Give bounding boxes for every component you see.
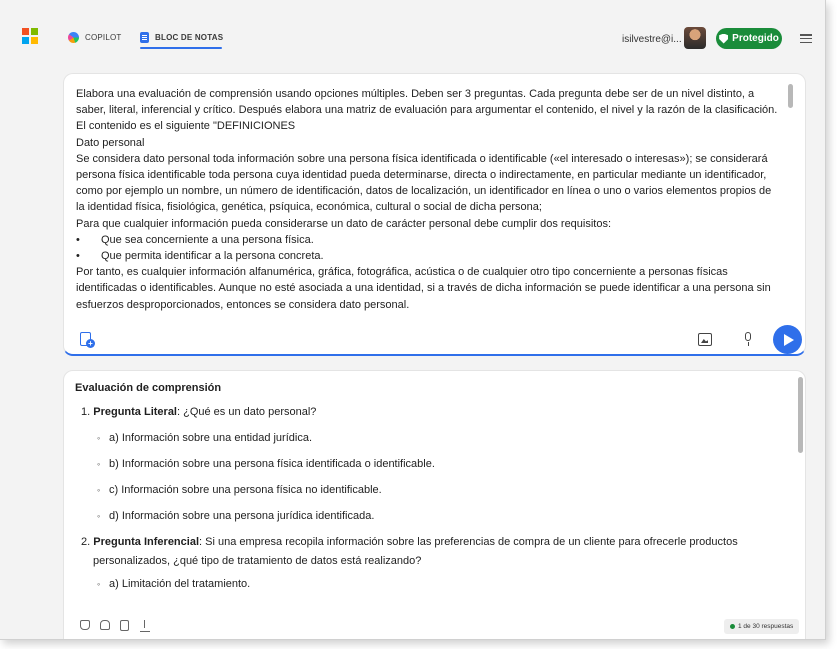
option-item: ◦ a) Limitación del tratamiento.	[97, 578, 251, 590]
prompt-line: El contenido es el siguiente "DEFINICION…	[76, 120, 296, 133]
image-upload-icon[interactable]	[698, 333, 712, 346]
prompt-bullet: • Que sea concerniente a una persona físi…	[76, 233, 314, 246]
option-text: d) Información sobre una persona jurídic…	[109, 510, 375, 522]
response-actions	[80, 620, 151, 632]
tab-copilot-label: COPILOT	[85, 32, 122, 42]
top-bar: COPILOT BLOC DE NOTAS isilvestre@i... Pr…	[0, 0, 825, 58]
prompt-line: esfuerzos desproporcionados, entonces se…	[76, 298, 410, 311]
option-item: ◦ c) Información sobre una persona física…	[97, 484, 382, 496]
microphone-icon[interactable]	[744, 332, 752, 346]
copilot-icon	[68, 31, 79, 43]
hamburger-menu-icon[interactable]	[800, 34, 812, 43]
response-counter: 1 de 30 respuestas	[724, 619, 800, 634]
response-panel: Evaluación de comprensión 1. Pregunta Li…	[63, 370, 806, 639]
prompt-line: Por tanto, es cualquier información alfa…	[76, 266, 728, 279]
response-content: Evaluación de comprensión 1. Pregunta Li…	[75, 381, 790, 606]
prompt-bullet: • Que permita identificar a la persona co…	[76, 250, 324, 263]
prompt-editor[interactable]: Elabora una evaluación de comprensión us…	[63, 73, 806, 356]
prompt-bullet-text: Que sea concerniente a una persona físic…	[101, 233, 314, 246]
option-text: a) Información sobre una entidad jurídic…	[109, 432, 313, 444]
prompt-line: Se considera dato personal toda informac…	[76, 152, 768, 165]
response-title: Evaluación de comprensión	[75, 382, 222, 394]
prompt-line: Dato personal	[76, 136, 145, 149]
avatar[interactable]	[684, 27, 706, 49]
option-item: ◦ b) Información sobre una persona física…	[97, 458, 435, 470]
tab-notebook[interactable]: BLOC DE NOTAS	[140, 28, 223, 46]
question-number: 1.	[81, 406, 91, 418]
notes-icon	[140, 31, 149, 43]
prompt-line: persona física identificable toda person…	[76, 169, 767, 182]
tab-copilot[interactable]: COPILOT	[68, 28, 122, 46]
prompt-textarea[interactable]: Elabora una evaluación de comprensión us…	[76, 86, 784, 318]
question-label: Pregunta Literal	[93, 406, 177, 418]
option-text: a) Limitación del tratamiento.	[109, 578, 251, 590]
question-number: 2.	[81, 536, 91, 548]
prompt-line: Para que cualquier información pueda con…	[76, 217, 612, 230]
response-scrollbar[interactable]	[798, 377, 803, 453]
copy-icon[interactable]	[120, 620, 129, 631]
download-icon[interactable]	[139, 620, 151, 632]
status-dot-icon	[730, 624, 735, 629]
prompt-scrollbar[interactable]	[788, 84, 793, 108]
new-note-button[interactable]: +	[80, 332, 95, 348]
microsoft-logo-icon[interactable]	[22, 28, 38, 44]
question-text: : ¿Qué es un dato personal?	[177, 406, 317, 418]
send-button[interactable]	[773, 325, 802, 354]
prompt-line: como por ejemplo un nombre, un número de…	[76, 185, 772, 198]
response-counter-text: 1 de 30 respuestas	[738, 623, 794, 630]
prompt-line: identificadas o identificables. Aunque n…	[76, 282, 771, 295]
tab-notebook-label: BLOC DE NOTAS	[155, 32, 224, 42]
prompt-line: Elabora una evaluación de comprensión us…	[76, 88, 755, 100]
plus-icon: +	[86, 339, 95, 348]
protected-label: Protegido	[732, 33, 779, 44]
prompt-line: la identidad física, fisiológica, genéti…	[76, 201, 542, 214]
shield-icon	[719, 33, 729, 44]
question-1: 1. Pregunta Literal: ¿Qué es un dato per…	[75, 399, 790, 425]
option-text: b) Información sobre una persona física …	[109, 458, 435, 470]
active-tab-indicator	[140, 47, 222, 49]
thumbs-down-icon[interactable]	[100, 620, 110, 630]
prompt-line: saber, literal, inferencial y crítico. D…	[76, 104, 778, 117]
option-item: ◦ d) Información sobre una persona jurídi…	[97, 510, 375, 522]
user-email[interactable]: isilvestre@i...	[622, 34, 682, 45]
option-text: c) Información sobre una persona física …	[109, 484, 382, 496]
question-2: 2. Pregunta Inferencial: Si una empresa …	[75, 529, 790, 571]
thumbs-up-icon[interactable]	[80, 620, 90, 630]
question-label: Pregunta Inferencial	[93, 536, 200, 548]
protected-badge[interactable]: Protegido	[716, 28, 782, 49]
send-arrow-icon	[783, 333, 794, 346]
app-window: COPILOT BLOC DE NOTAS isilvestre@i... Pr…	[0, 0, 826, 640]
prompt-bullet-text: Que permita identificar a la persona con…	[101, 250, 324, 263]
option-item: ◦ a) Información sobre una entidad jurídi…	[97, 432, 313, 444]
